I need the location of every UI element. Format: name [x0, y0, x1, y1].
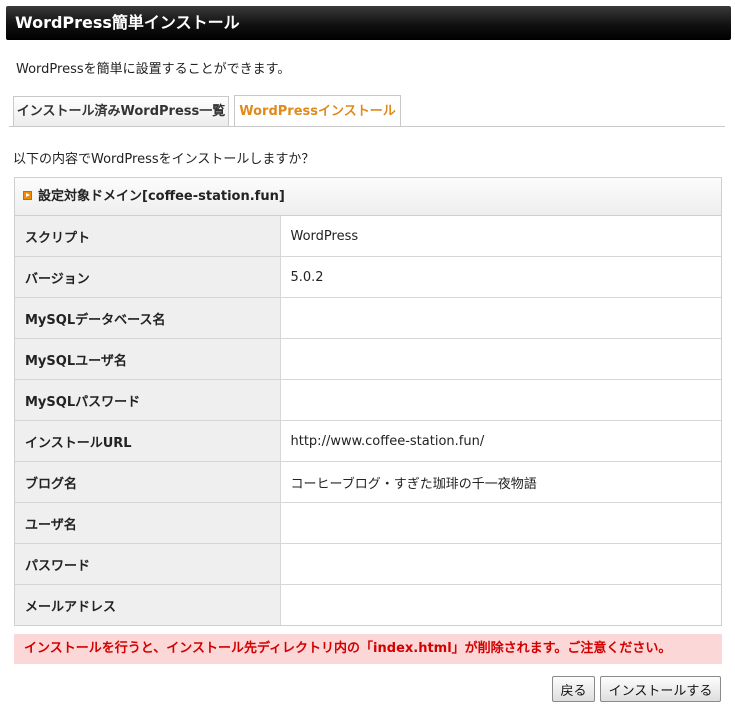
table-row: バージョン 5.0.2: [15, 256, 721, 298]
install-button[interactable]: インストールする: [600, 676, 721, 702]
row-key-password: パスワード: [15, 543, 281, 585]
row-key-install-url: インストールURL: [15, 420, 281, 462]
row-key-mysql-password: MySQLパスワード: [15, 379, 281, 421]
table-row: MySQLデータベース名: [15, 297, 721, 339]
row-key-blog-name: ブログ名: [15, 461, 281, 503]
table-row: MySQLパスワード: [15, 379, 721, 421]
settings-table: スクリプト WordPress バージョン 5.0.2 MySQLデータベース名…: [15, 216, 721, 625]
row-value-install-url: http://www.coffee-station.fun/: [280, 420, 721, 462]
tab-installed-list[interactable]: インストール済みWordPress一覧: [13, 96, 229, 126]
tab-wordpress-install[interactable]: WordPressインストール: [234, 95, 401, 126]
row-key-email: メールアドレス: [15, 584, 281, 625]
table-row: スクリプト WordPress: [15, 216, 721, 257]
tab-bar: インストール済みWordPress一覧 WordPressインストール: [9, 95, 725, 127]
table-row: ブログ名 コーヒーブログ・すぎた珈琲の千一夜物語: [15, 461, 721, 503]
panel-header: 設定対象ドメイン[coffee-station.fun]: [15, 178, 721, 216]
settings-panel: 設定対象ドメイン[coffee-station.fun] スクリプト WordP…: [14, 177, 722, 626]
row-value-password: [280, 543, 721, 585]
table-row: メールアドレス: [15, 584, 721, 625]
warning-message: インストールを行うと、インストール先ディレクトリ内の「index.html」が削…: [14, 634, 722, 664]
row-key-username: ユーザ名: [15, 502, 281, 544]
arrow-right-icon: [23, 191, 32, 200]
row-value-mysql-password: [280, 379, 721, 421]
table-row: MySQLユーザ名: [15, 338, 721, 380]
row-value-script: WordPress: [280, 216, 721, 257]
table-row: ユーザ名: [15, 502, 721, 544]
row-key-mysql-db: MySQLデータベース名: [15, 297, 281, 339]
row-key-version: バージョン: [15, 256, 281, 298]
row-value-mysql-user: [280, 338, 721, 380]
row-key-script: スクリプト: [15, 216, 281, 257]
page-title: WordPress簡単インストール: [15, 13, 240, 32]
confirm-question: 以下の内容でWordPressをインストールしますか？: [13, 152, 315, 167]
table-row: パスワード: [15, 543, 721, 585]
page-title-bar: WordPress簡単インストール: [6, 6, 731, 40]
row-value-blog-name: コーヒーブログ・すぎた珈琲の千一夜物語: [280, 461, 721, 503]
row-value-mysql-db: [280, 297, 721, 339]
row-key-mysql-user: MySQLユーザ名: [15, 338, 281, 380]
row-value-version: 5.0.2: [280, 256, 721, 298]
intro-text: WordPressを簡単に設置することができます。: [16, 62, 291, 77]
table-row: インストールURL http://www.coffee-station.fun/: [15, 420, 721, 462]
domain-title: 設定対象ドメイン[coffee-station.fun]: [38, 189, 285, 204]
row-value-username: [280, 502, 721, 544]
back-button[interactable]: 戻る: [552, 676, 595, 702]
row-value-email: [280, 584, 721, 625]
